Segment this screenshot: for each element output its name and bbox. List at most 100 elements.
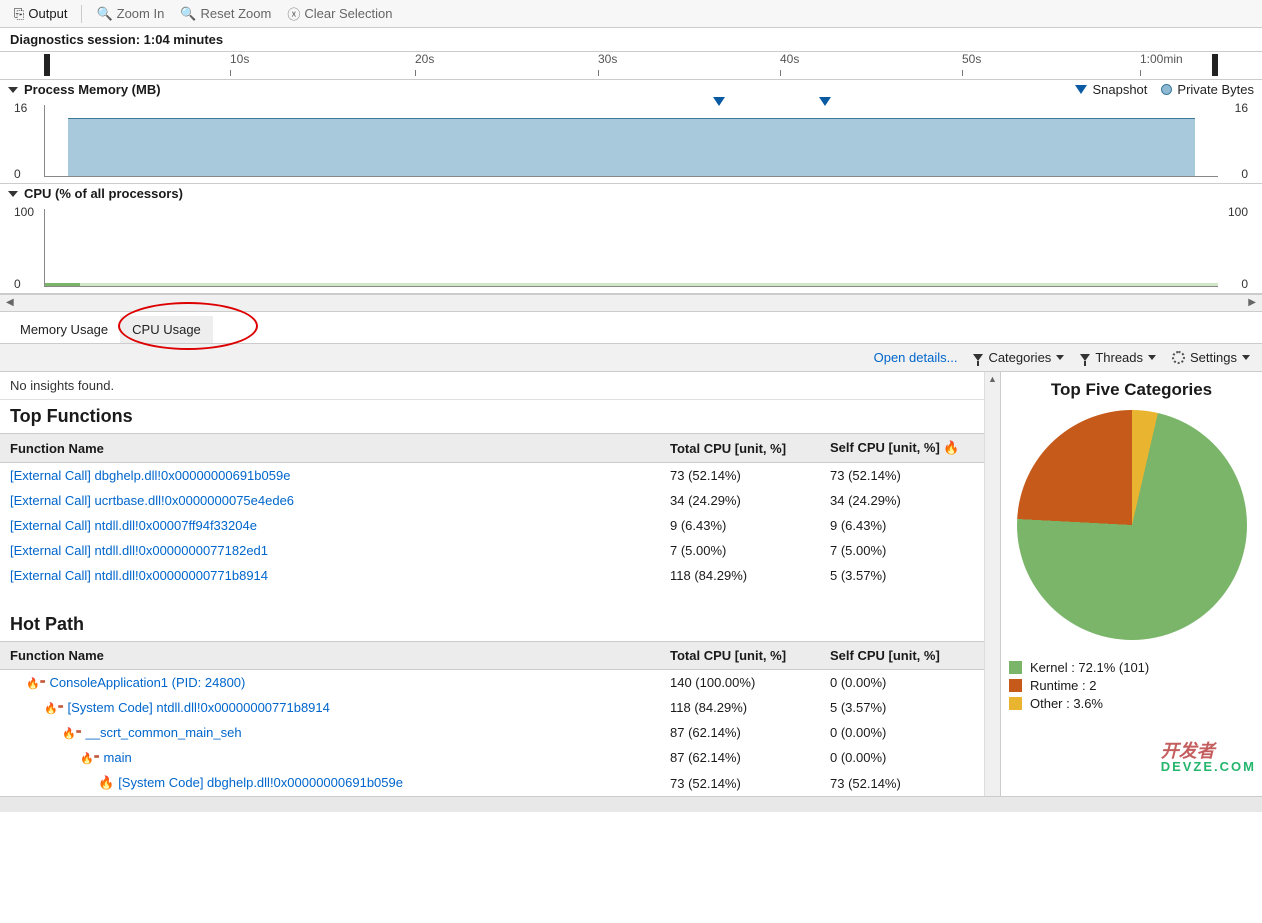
col-total-cpu[interactable]: Total CPU [unit, %] xyxy=(660,434,820,463)
total-cpu-cell: 118 (84.29%) xyxy=(660,695,820,720)
top-toolbar: ⎘Output 🔍Zoom In 🔍Reset Zoom ⓧClear Sele… xyxy=(0,0,1262,28)
col-self-cpu[interactable]: Self CPU [unit, %] 🔥 xyxy=(820,434,1000,463)
insights-message: No insights found. xyxy=(0,372,1000,400)
legend-swatch xyxy=(1009,697,1022,710)
y-axis-max-right: 100 xyxy=(1228,205,1248,219)
output-button[interactable]: ⎘Output xyxy=(8,4,73,24)
table-header-row: Function Name Total CPU [unit, %] Self C… xyxy=(0,642,1000,670)
legend-label: Other : 3.6% xyxy=(1030,696,1103,711)
col-total-cpu[interactable]: Total CPU [unit, %] xyxy=(660,642,820,670)
self-cpu-cell: 73 (52.14%) xyxy=(820,463,1000,489)
legend-snapshot: Snapshot xyxy=(1075,82,1147,97)
table-row[interactable]: [External Call] dbghelp.dll!0x0000000069… xyxy=(0,463,1000,489)
legend-item: Other : 3.6% xyxy=(1009,696,1254,711)
collapse-icon[interactable] xyxy=(8,191,18,197)
function-link[interactable]: [System Code] dbghelp.dll!0x00000000691b… xyxy=(118,775,403,790)
scroll-right-icon[interactable]: ▶ xyxy=(1248,297,1256,308)
timeline-start-marker[interactable] xyxy=(44,54,50,76)
memory-chart-section: Process Memory (MB) Snapshot Private Byt… xyxy=(0,80,1262,184)
function-link[interactable]: [External Call] ucrtbase.dll!0x000000007… xyxy=(10,493,294,508)
horizontal-scrollbar[interactable]: ◀ ▶ xyxy=(0,294,1262,312)
total-cpu-cell: 73 (52.14%) xyxy=(660,770,820,796)
collapse-icon[interactable] xyxy=(8,87,18,93)
table-row[interactable]: 🔥⁼ConsoleApplication1 (PID: 24800)140 (1… xyxy=(0,670,1000,696)
col-function-name[interactable]: Function Name xyxy=(0,642,660,670)
hotpath-icon: 🔥⁼ xyxy=(80,753,100,765)
function-link[interactable]: [System Code] ntdll.dll!0x00000000771b89… xyxy=(68,700,330,715)
cpu-chart[interactable]: 100 0 100 0 xyxy=(0,203,1262,293)
function-link[interactable]: main xyxy=(104,750,132,765)
chevron-down-icon xyxy=(1148,355,1156,360)
legend-private-bytes: Private Bytes xyxy=(1161,82,1254,97)
tab-memory-usage[interactable]: Memory Usage xyxy=(8,316,120,343)
col-function-name[interactable]: Function Name xyxy=(0,434,660,463)
categories-dropdown[interactable]: Categories xyxy=(973,350,1064,365)
hot-path-heading: Hot Path xyxy=(0,608,1000,641)
function-link[interactable]: [External Call] dbghelp.dll!0x0000000069… xyxy=(10,468,290,483)
memory-chart[interactable]: 16 0 16 0 xyxy=(0,99,1262,183)
threads-dropdown[interactable]: Threads xyxy=(1080,350,1156,365)
tab-cpu-usage[interactable]: CPU Usage xyxy=(120,316,213,343)
clear-selection-icon: ⓧ xyxy=(287,4,300,23)
self-cpu-cell: 5 (3.57%) xyxy=(820,563,1000,588)
table-header-row: Function Name Total CPU [unit, %] Self C… xyxy=(0,434,1000,463)
filter-icon xyxy=(973,354,983,361)
table-row[interactable]: 🔥⁼ main 87 (62.14%)0 (0.00%) xyxy=(0,745,1000,770)
total-cpu-cell: 87 (62.14%) xyxy=(660,745,820,770)
function-link[interactable]: __scrt_common_main_seh xyxy=(86,725,242,740)
filter-icon xyxy=(1080,354,1090,361)
settings-dropdown[interactable]: Settings xyxy=(1172,350,1250,365)
table-row[interactable]: [External Call] ucrtbase.dll!0x000000007… xyxy=(0,488,1000,513)
y-axis-min-right: 0 xyxy=(1241,277,1248,291)
clear-selection-button[interactable]: ⓧClear Selection xyxy=(281,2,398,25)
function-link[interactable]: [External Call] ntdll.dll!0x000000007718… xyxy=(10,543,268,558)
table-row[interactable]: [External Call] ntdll.dll!0x00007ff94f33… xyxy=(0,513,1000,538)
self-cpu-cell: 5 (3.57%) xyxy=(820,695,1000,720)
y-axis-min: 0 xyxy=(14,277,21,291)
table-row[interactable]: [External Call] ntdll.dll!0x00000000771b… xyxy=(0,563,1000,588)
status-bar xyxy=(0,796,1262,812)
open-details-link[interactable]: Open details... xyxy=(874,350,958,365)
hot-path-table: Function Name Total CPU [unit, %] Self C… xyxy=(0,641,1000,796)
results-tabs: Memory Usage CPU Usage xyxy=(0,312,1262,344)
self-cpu-cell: 9 (6.43%) xyxy=(820,513,1000,538)
snapshot-marker[interactable] xyxy=(713,97,725,106)
table-row[interactable]: 🔥 [System Code] dbghelp.dll!0x00000000691… xyxy=(0,770,1000,796)
vertical-scrollbar[interactable]: ▲ xyxy=(984,372,1000,796)
snapshot-icon xyxy=(1075,85,1087,94)
self-cpu-cell: 0 (0.00%) xyxy=(820,670,1000,696)
self-cpu-cell: 73 (52.14%) xyxy=(820,770,1000,796)
timeline-ruler[interactable]: 10s 20s 30s 40s 50s 1:00min xyxy=(0,52,1262,80)
timeline-end-marker[interactable] xyxy=(1212,54,1218,76)
y-axis-max-right: 16 xyxy=(1235,101,1248,115)
zoom-in-button[interactable]: 🔍Zoom In xyxy=(90,4,170,24)
table-row[interactable]: [External Call] ntdll.dll!0x000000007718… xyxy=(0,538,1000,563)
session-label: Diagnostics session: 1:04 minutes xyxy=(0,28,1262,52)
legend-swatch xyxy=(1009,679,1022,692)
y-axis-min: 0 xyxy=(14,167,21,181)
reset-zoom-button[interactable]: 🔍Reset Zoom xyxy=(174,4,277,24)
total-cpu-cell: 7 (5.00%) xyxy=(660,538,820,563)
legend-item: Kernel : 72.1% (101) xyxy=(1009,660,1254,675)
categories-panel: Top Five Categories Kernel : 72.1% (101)… xyxy=(1000,372,1262,796)
function-link[interactable]: ConsoleApplication1 (PID: 24800) xyxy=(50,675,246,690)
self-cpu-cell: 0 (0.00%) xyxy=(820,745,1000,770)
top-functions-table: Function Name Total CPU [unit, %] Self C… xyxy=(0,433,1000,588)
legend-item: Runtime : 2 xyxy=(1009,678,1254,693)
flame-icon: 🔥 xyxy=(98,775,114,790)
cpu-plot-area xyxy=(44,209,1218,287)
timeline-tick: 20s xyxy=(415,52,434,66)
scroll-left-icon[interactable]: ◀ xyxy=(6,297,14,308)
function-link[interactable]: [External Call] ntdll.dll!0x00007ff94f33… xyxy=(10,518,257,533)
top-functions-heading: Top Functions xyxy=(0,400,1000,433)
col-self-cpu[interactable]: Self CPU [unit, %] xyxy=(820,642,1000,670)
snapshot-marker[interactable] xyxy=(819,97,831,106)
table-row[interactable]: 🔥⁼[System Code] ntdll.dll!0x00000000771b… xyxy=(0,695,1000,720)
legend-label: Runtime : 2 xyxy=(1030,678,1096,693)
table-row[interactable]: 🔥⁼__scrt_common_main_seh87 (62.14%)0 (0.… xyxy=(0,720,1000,745)
function-link[interactable]: [External Call] ntdll.dll!0x00000000771b… xyxy=(10,568,268,583)
cpu-chart-section: CPU (% of all processors) 100 0 100 0 xyxy=(0,184,1262,294)
hotpath-icon: 🔥⁼ xyxy=(62,728,82,740)
chevron-down-icon xyxy=(1056,355,1064,360)
scroll-up-icon[interactable]: ▲ xyxy=(988,374,997,384)
